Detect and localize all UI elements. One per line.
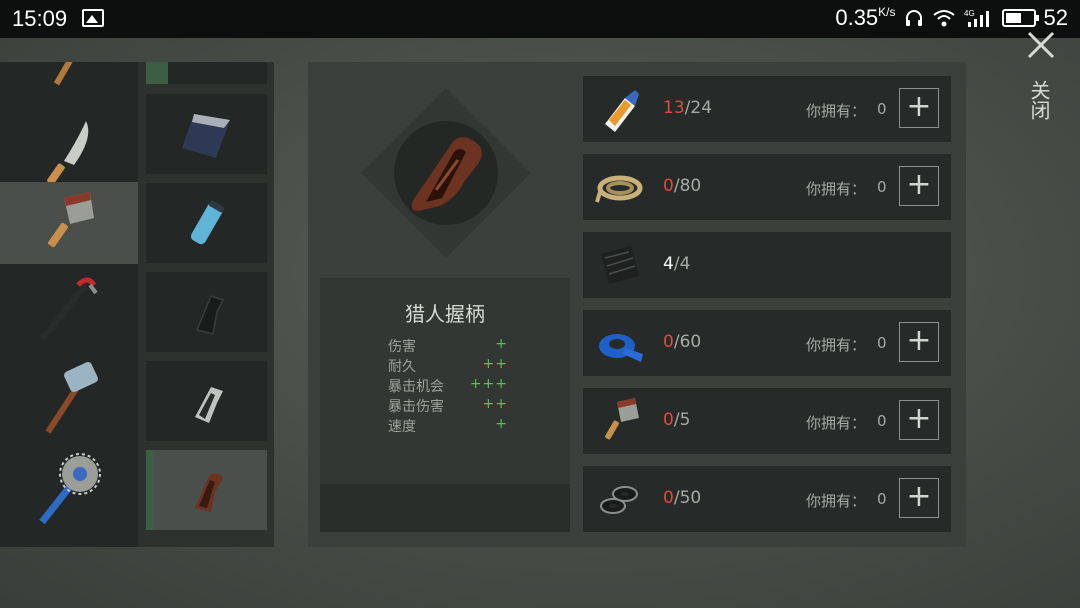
stat-row: 暴击伤害 ++ xyxy=(388,396,508,416)
part-item[interactable] xyxy=(146,94,267,174)
crowbar-icon xyxy=(41,277,98,340)
owned-count: 0 xyxy=(877,334,887,352)
item-name: 猎人握柄 xyxy=(405,302,485,326)
rope-icon xyxy=(595,175,643,203)
stat-label: 耐久 xyxy=(388,359,416,375)
black-grip-icon xyxy=(195,295,224,335)
part-item[interactable] xyxy=(146,183,267,263)
scrap-blade-icon xyxy=(181,114,230,158)
cleaver-icon xyxy=(605,398,639,440)
category-sledgehammer[interactable] xyxy=(0,357,138,439)
speed-unit: K/s xyxy=(878,5,896,19)
stat-label: 暴击机会 xyxy=(388,379,444,395)
add-material-button[interactable]: + xyxy=(899,166,939,206)
rubber-sheet-icon xyxy=(601,246,639,284)
stat-row: 耐久 ++ xyxy=(388,356,508,376)
cleaver-icon xyxy=(48,192,94,248)
material-row-rope: 0/80 你拥有： 0 + xyxy=(583,154,951,220)
material-count: 0/50 xyxy=(663,488,702,508)
battery-percent: 52 xyxy=(1043,5,1068,30)
owned-label: 你拥有： xyxy=(806,414,867,432)
svg-text:4G: 4G xyxy=(964,9,975,18)
stat-label: 速度 xyxy=(388,419,416,435)
material-count: 13/24 xyxy=(663,98,713,118)
part-item[interactable] xyxy=(146,272,267,352)
image-notification-icon xyxy=(82,9,104,27)
stat-value: ++ xyxy=(482,396,508,412)
material-row-duct-tape: 0/60 你拥有： 0 + xyxy=(583,310,951,376)
battery-icon xyxy=(1001,9,1039,27)
category-crowbar[interactable] xyxy=(0,267,138,349)
close-icon[interactable] xyxy=(1026,30,1056,60)
weapon-category-list[interactable] xyxy=(0,62,138,547)
material-count: 0/60 xyxy=(663,332,702,352)
stat-label: 暴击伤害 xyxy=(388,399,444,415)
part-item-selected[interactable] xyxy=(146,450,267,530)
close-button-label[interactable]: 关闭 xyxy=(1027,80,1054,120)
duct-tape-icon xyxy=(599,334,643,362)
owned-label: 你拥有： xyxy=(806,492,867,510)
headphones-icon xyxy=(905,10,922,26)
add-material-button[interactable]: + xyxy=(899,478,939,518)
tape-wrap-icon xyxy=(190,200,224,245)
owned-count: 0 xyxy=(877,100,887,118)
glue-icon xyxy=(605,90,639,132)
material-row-rubber: 4/4 xyxy=(583,232,951,298)
category-axe[interactable] xyxy=(0,62,138,102)
material-count: 0/80 xyxy=(663,176,702,196)
owned-count: 0 xyxy=(877,178,887,196)
washers-icon xyxy=(600,486,638,514)
stat-row: 伤害 + xyxy=(388,336,508,356)
owned-count: 0 xyxy=(877,490,887,508)
material-row-cleaver: 0/5 你拥有： 0 + xyxy=(583,388,951,454)
stat-value: +++ xyxy=(469,376,508,392)
owned-count: 0 xyxy=(877,412,887,430)
material-count: 0/5 xyxy=(663,410,691,430)
add-material-button[interactable]: + xyxy=(899,400,939,440)
material-row-glue: 13/24 你拥有： 0 + xyxy=(583,76,951,142)
material-count: 4/4 xyxy=(663,254,691,274)
info-card-footer xyxy=(320,484,570,532)
stat-value: ++ xyxy=(482,356,508,372)
category-saw-mace[interactable] xyxy=(0,447,138,529)
hunter-grip-icon xyxy=(194,473,223,512)
hunter-grip-icon xyxy=(411,137,482,211)
material-row-washers: 0/50 你拥有： 0 + xyxy=(583,466,951,532)
status-bar: 15:09 0.35K/s 4G 52 xyxy=(0,0,1080,38)
add-material-button[interactable]: + xyxy=(899,322,939,362)
add-material-button[interactable]: + xyxy=(899,88,939,128)
part-item[interactable] xyxy=(146,361,267,441)
steel-grip-icon xyxy=(194,387,223,423)
category-cleaver[interactable] xyxy=(0,182,138,264)
sledgehammer-icon xyxy=(45,362,98,434)
network-speed: 0.35K/s xyxy=(835,5,896,30)
stat-value: + xyxy=(495,416,508,432)
owned-label: 你拥有： xyxy=(806,180,867,198)
selection-pointer xyxy=(126,211,138,235)
stat-row: 暴击机会 +++ xyxy=(388,376,508,396)
item-preview xyxy=(361,88,531,258)
item-info-card: 猎人握柄 伤害 + 耐久 ++ 暴击机会 +++ 暴击伤害 ++ 速度 + xyxy=(320,278,570,532)
axe-icon xyxy=(53,62,83,86)
clock: 15:09 xyxy=(12,6,68,31)
wifi-icon xyxy=(932,10,955,27)
owned-label: 你拥有： xyxy=(806,102,867,120)
signal-4g-icon: 4G xyxy=(964,9,989,27)
stat-row: 速度 + xyxy=(388,416,508,436)
stat-label: 伤害 xyxy=(388,339,416,355)
saw-mace-icon xyxy=(39,453,101,525)
part-list[interactable] xyxy=(138,62,274,547)
owned-label: 你拥有： xyxy=(806,336,867,354)
stat-value: + xyxy=(495,336,508,352)
part-item[interactable] xyxy=(146,62,267,84)
